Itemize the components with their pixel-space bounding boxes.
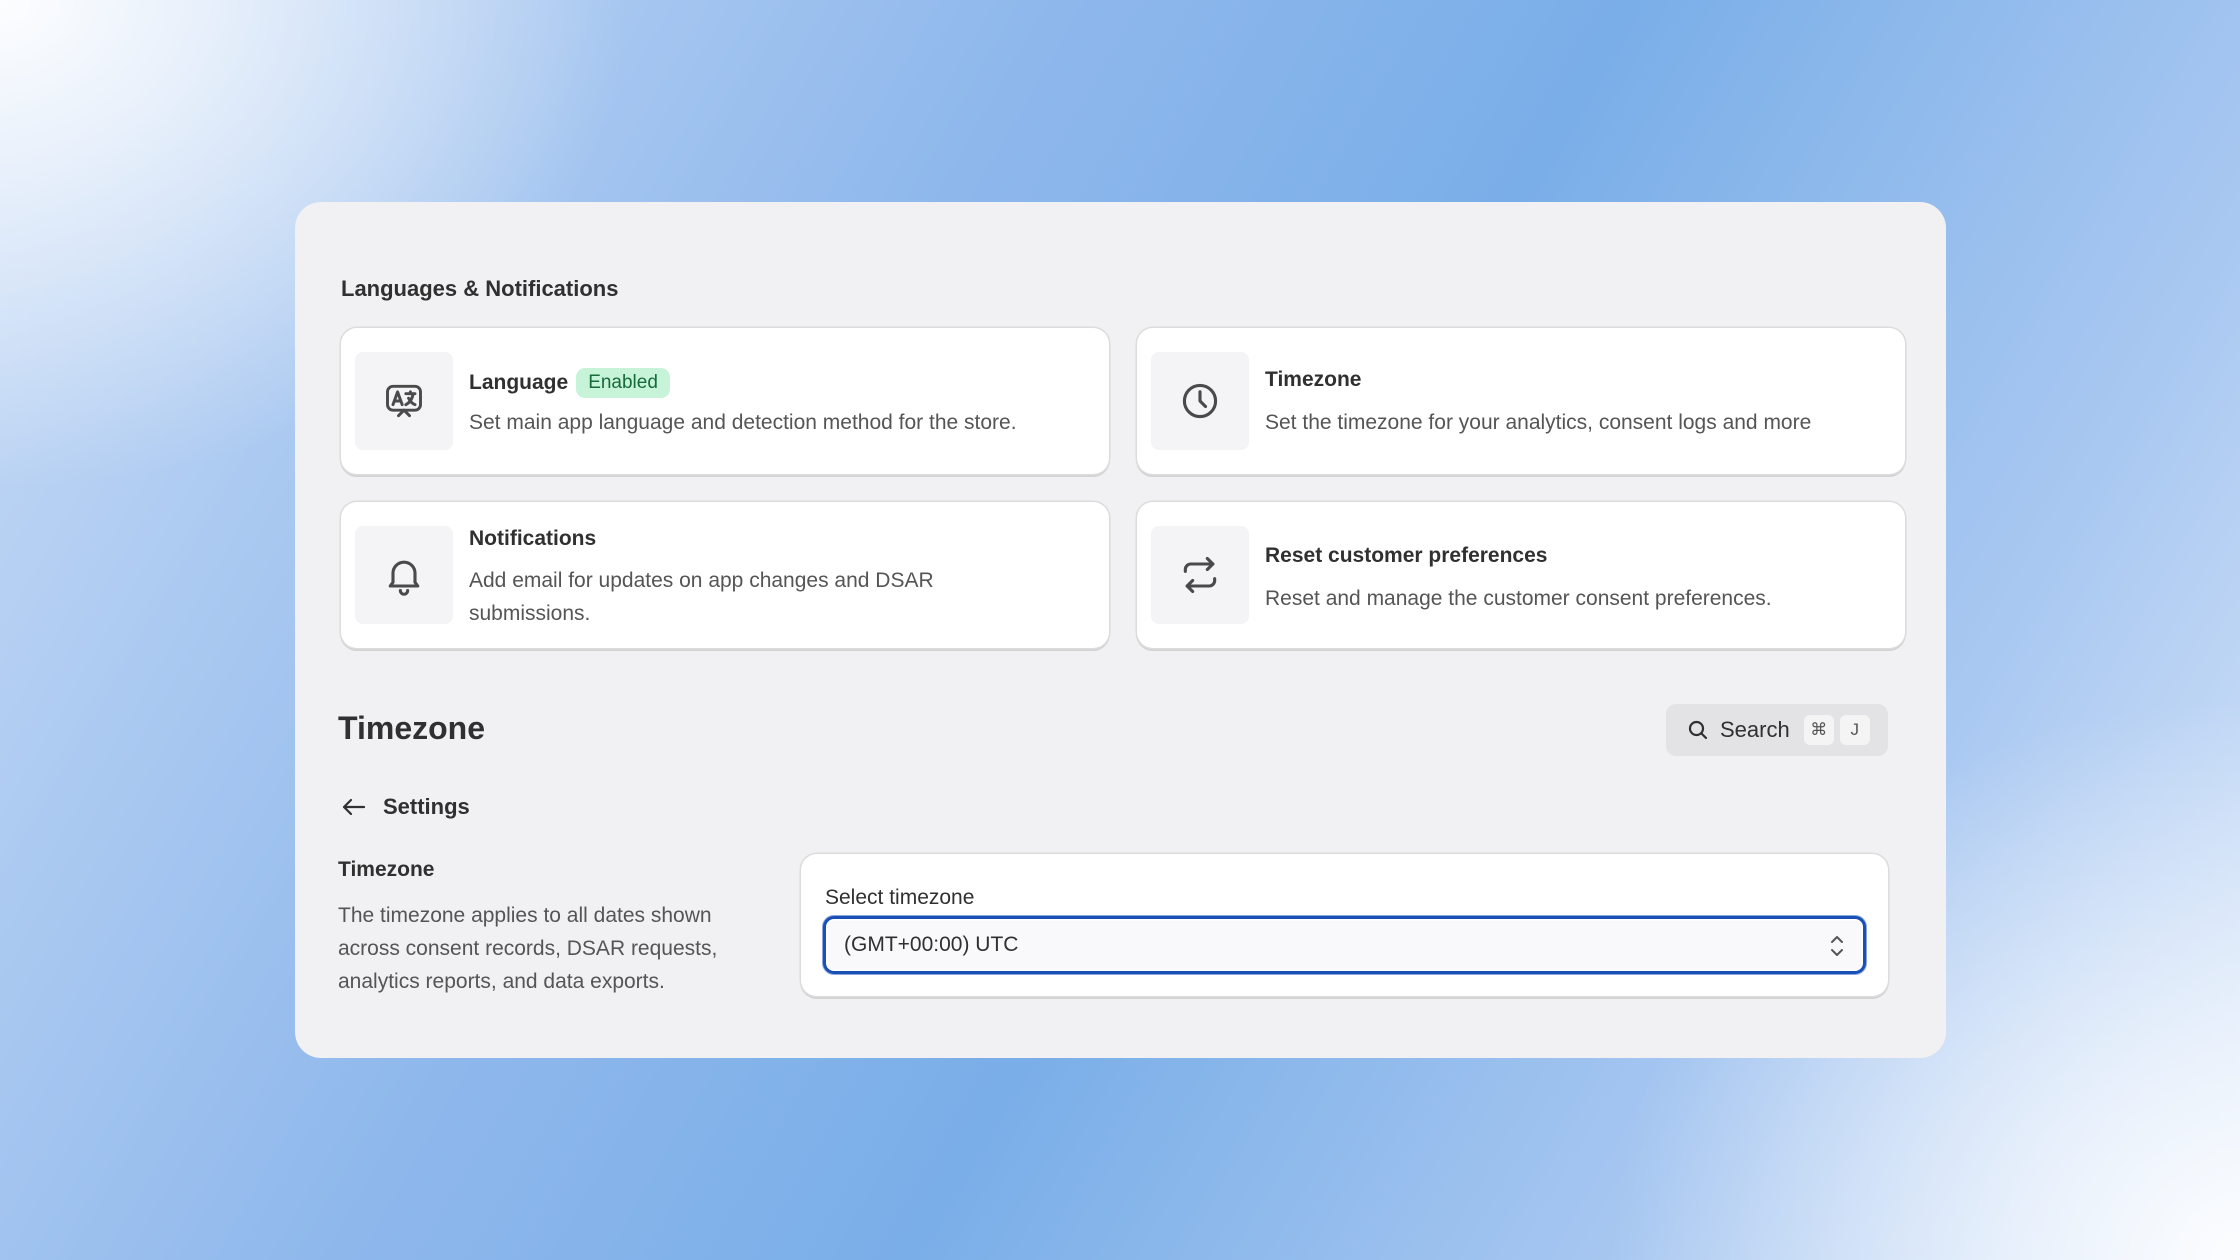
- reset-card-title: Reset customer preferences: [1265, 544, 1548, 567]
- search-icon: [1688, 720, 1708, 740]
- language-card-title: Language Enabled: [469, 368, 670, 398]
- shortcut-j-key: J: [1839, 715, 1870, 745]
- back-to-settings-link[interactable]: Settings: [341, 794, 470, 820]
- notifications-icon-box: [355, 526, 453, 624]
- clock-icon: [1182, 383, 1218, 419]
- timezone-card-desc: Set the timezone for your analytics, con…: [1265, 411, 1812, 434]
- reset-preferences-card[interactable]: Reset customer preferences Reset and man…: [1137, 502, 1905, 648]
- back-label: Settings: [383, 794, 470, 819]
- reset-icon-box: [1151, 526, 1249, 624]
- bell-icon: [388, 560, 420, 596]
- timezone-select[interactable]: (GMT+00:00) UTC: [823, 916, 1866, 974]
- timezone-icon-box: [1151, 352, 1249, 450]
- language-card[interactable]: Language Enabled Set main app language a…: [341, 328, 1109, 474]
- timezone-heading: Timezone: [338, 858, 435, 881]
- notifications-card-desc: Add email for updates on app changes and…: [469, 569, 934, 625]
- enabled-badge: Enabled: [576, 368, 670, 398]
- language-card-desc: Set main app language and detection meth…: [469, 411, 1017, 434]
- timezone-select-card: Select timezone (GMT+00:00) UTC: [801, 854, 1888, 996]
- notifications-card[interactable]: Notifications Add email for updates on a…: [341, 502, 1109, 648]
- translate-icon: [386, 384, 422, 418]
- refresh-icon: [1183, 556, 1217, 594]
- section-title: Languages & Notifications: [341, 276, 619, 301]
- timezone-selected-value: (GMT+00:00) UTC: [844, 933, 1019, 956]
- language-icon-box: [355, 352, 453, 450]
- search-button[interactable]: Search ⌘ J: [1666, 704, 1888, 756]
- chevron-up-down-icon: [1831, 936, 1843, 956]
- shortcut-cmd-key: ⌘: [1803, 715, 1834, 745]
- timezone-card-title: Timezone: [1265, 368, 1362, 391]
- page-title: Timezone: [338, 710, 485, 746]
- settings-panel: Languages & Notifications Language Enabl…: [295, 202, 1946, 1058]
- arrow-left-icon: [342, 798, 366, 816]
- search-label: Search: [1720, 717, 1790, 742]
- reset-card-desc: Reset and manage the customer consent pr…: [1265, 587, 1772, 610]
- language-title-text: Language: [469, 371, 569, 394]
- notifications-card-title: Notifications: [469, 527, 597, 550]
- timezone-description: The timezone applies to all dates shown …: [338, 904, 718, 993]
- select-timezone-label: Select timezone: [825, 886, 975, 909]
- timezone-card[interactable]: Timezone Set the timezone for your analy…: [1137, 328, 1905, 474]
